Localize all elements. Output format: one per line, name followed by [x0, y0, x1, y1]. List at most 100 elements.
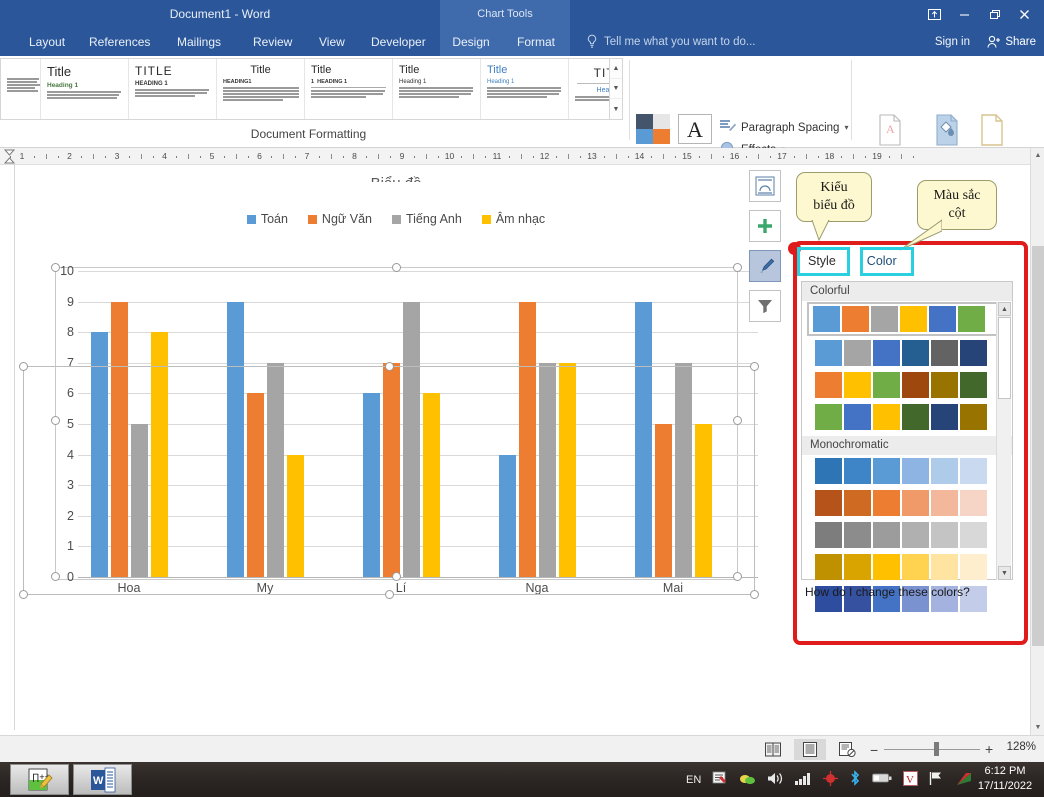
- chart-elements-icon[interactable]: [749, 210, 781, 242]
- legend-label: Toán: [260, 212, 288, 226]
- tab-view[interactable]: View: [310, 28, 354, 56]
- flag-icon[interactable]: [929, 771, 945, 789]
- chart-object-selection[interactable]: [19, 240, 759, 730]
- scroll-down-icon[interactable]: ▼: [998, 566, 1011, 580]
- gallery-thumb[interactable]: TITLE HEADING 1: [129, 59, 217, 119]
- close-icon[interactable]: [1010, 2, 1038, 26]
- read-mode-icon[interactable]: [757, 739, 789, 760]
- taskbar-item-notepad-plus-plus[interactable]: ∏++: [10, 764, 69, 795]
- gallery-thumb[interactable]: Title Heading 1: [393, 59, 481, 119]
- left-indent-marker[interactable]: [3, 149, 16, 166]
- color-scheme-row[interactable]: [802, 337, 1012, 369]
- object-resize-handle[interactable]: [750, 590, 759, 599]
- ribbon-display-options-icon[interactable]: [920, 2, 948, 26]
- watermark-icon: A: [877, 114, 903, 146]
- color-scheme-row[interactable]: [802, 551, 1012, 583]
- object-resize-handle[interactable]: [19, 362, 28, 371]
- scroll-up-icon[interactable]: ▲: [1031, 148, 1044, 163]
- chart-styles-task-pane[interactable]: Style Color Colorful Monochromatic ▲ ▼ H…: [797, 247, 1015, 612]
- tab-format[interactable]: Format: [502, 28, 570, 56]
- object-resize-handle[interactable]: [385, 590, 394, 599]
- color-swatch: [873, 340, 900, 366]
- legend-item[interactable]: Toán: [246, 212, 288, 226]
- volume-icon[interactable]: [767, 771, 784, 789]
- horizontal-ruler[interactable]: 1 2 3 4 5 6 7 8 9 10 11 12 13 14 15 16 17 18 19: [0, 148, 1044, 165]
- scroll-up-icon[interactable]: ▲: [998, 302, 1011, 316]
- tab-developer[interactable]: Developer: [362, 28, 435, 56]
- gallery-scroll-buttons[interactable]: ▲ ▼ ▼: [610, 58, 623, 120]
- bluetooth-icon[interactable]: [849, 770, 861, 789]
- paragraph-spacing-button[interactable]: Paragraph Spacing ▾: [720, 119, 848, 136]
- chart-title[interactable]: Biểu đồ: [37, 175, 755, 182]
- scroll-thumb[interactable]: [998, 317, 1011, 399]
- color-scheme-row[interactable]: [802, 519, 1012, 551]
- tab-design[interactable]: Design: [440, 28, 502, 56]
- print-layout-icon[interactable]: [794, 739, 826, 760]
- layout-options-icon[interactable]: [749, 170, 781, 202]
- ruler-tick: [93, 154, 95, 159]
- task-pane-scrollbar[interactable]: ▲ ▼: [996, 302, 1011, 580]
- gallery-thumb[interactable]: TITLE Heading 1: [569, 59, 609, 119]
- gallery-scroll-up-icon[interactable]: ▲: [610, 59, 622, 79]
- zoom-slider-handle[interactable]: [934, 742, 939, 756]
- tab-review[interactable]: Review: [244, 28, 301, 56]
- onedrive-icon[interactable]: [739, 771, 756, 788]
- color-scheme-row[interactable]: [802, 455, 1012, 487]
- gallery-thumb[interactable]: [1, 59, 41, 119]
- gallery-thumb[interactable]: Title Heading 1: [481, 59, 569, 119]
- vietkey-icon[interactable]: V: [903, 770, 919, 789]
- object-resize-handle[interactable]: [19, 590, 28, 599]
- maximize-icon[interactable]: [980, 2, 1008, 26]
- gallery-thumb[interactable]: Title 1 HEADING 1: [305, 59, 393, 119]
- share-button[interactable]: Share: [981, 28, 1044, 56]
- legend-item[interactable]: Ngữ Văn: [307, 212, 372, 226]
- document-formatting-gallery[interactable]: Title Heading 1 TITLE HEADING 1 Title HE…: [0, 58, 610, 120]
- tab-references[interactable]: References: [80, 28, 159, 56]
- chevron-down-icon[interactable]: ▾: [844, 123, 848, 132]
- legend-item[interactable]: Âm nhạc: [481, 212, 545, 226]
- object-resize-handle[interactable]: [750, 362, 759, 371]
- sign-in-link[interactable]: Sign in: [935, 28, 970, 56]
- web-layout-icon[interactable]: [831, 739, 863, 760]
- scroll-down-icon[interactable]: ▼: [1031, 720, 1044, 735]
- document-vertical-scrollbar[interactable]: ▲ ▼: [1030, 148, 1044, 735]
- zoom-in-button[interactable]: +: [985, 741, 993, 757]
- object-resize-handle[interactable]: [385, 362, 394, 371]
- antivirus-icon[interactable]: [823, 770, 839, 789]
- tell-me-search-box[interactable]: Tell me what you want to do...: [604, 28, 756, 56]
- scroll-thumb[interactable]: [1032, 246, 1044, 646]
- tab-mailings[interactable]: Mailings: [168, 28, 230, 56]
- change-colors-help-link[interactable]: How do I change these colors?: [805, 585, 970, 599]
- language-indicator[interactable]: EN: [686, 774, 701, 786]
- color-palette-panel[interactable]: Colorful Monochromatic ▲ ▼: [801, 281, 1013, 612]
- taskbar-clock[interactable]: 6:12 PM 17/11/2022: [972, 764, 1038, 794]
- color-scheme-row[interactable]: [802, 487, 1012, 519]
- color-swatch: [902, 522, 929, 548]
- ruler-tick: [770, 156, 772, 158]
- minimize-icon[interactable]: [950, 2, 978, 26]
- gallery-more-icon[interactable]: ▼: [610, 99, 622, 119]
- chart-filters-icon[interactable]: [749, 290, 781, 322]
- tellme-bulb-icon: [586, 34, 598, 52]
- zoom-slider[interactable]: [884, 749, 980, 750]
- chart-legend[interactable]: Toán Ngữ Văn Tiếng Anh Âm nhạc: [37, 212, 755, 226]
- gallery-scroll-down-icon[interactable]: ▼: [610, 79, 622, 99]
- network-signal-icon[interactable]: [795, 771, 812, 788]
- tab-layout[interactable]: Layout: [20, 28, 74, 56]
- color-scheme-row[interactable]: [807, 302, 1007, 336]
- zoom-out-button[interactable]: −: [870, 742, 878, 758]
- color-swatch: [902, 458, 929, 484]
- unikey-icon[interactable]: [712, 770, 728, 789]
- battery-icon[interactable]: [872, 772, 892, 787]
- gallery-thumb[interactable]: Title HEADING1: [217, 59, 305, 119]
- notification-icon[interactable]: [956, 771, 973, 789]
- gallery-thumb[interactable]: Title Heading 1: [41, 59, 129, 119]
- color-swatch: [960, 522, 987, 548]
- zoom-level[interactable]: 128%: [1007, 741, 1036, 753]
- color-scheme-row[interactable]: [802, 369, 1012, 401]
- chart-styles-icon[interactable]: [749, 250, 781, 282]
- color-scheme-row[interactable]: [802, 401, 1012, 433]
- legend-item[interactable]: Tiếng Anh: [391, 212, 462, 226]
- taskbar-item-word[interactable]: W: [73, 764, 132, 795]
- ruler-number: 8: [352, 151, 357, 161]
